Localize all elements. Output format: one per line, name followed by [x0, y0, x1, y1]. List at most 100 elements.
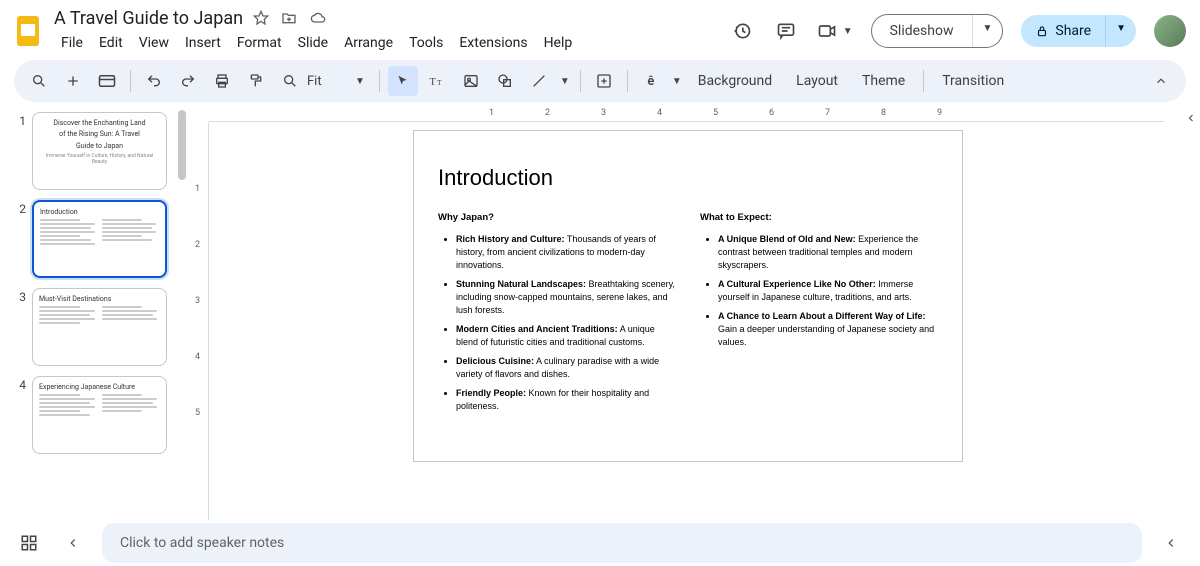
comments-icon[interactable] — [773, 18, 799, 44]
slideshow-button[interactable]: Slideshow — [872, 15, 972, 47]
share-button[interactable]: Share — [1021, 15, 1105, 47]
menu-tools[interactable]: Tools — [402, 31, 450, 55]
thumb-title-line: Discover the Enchanting Land — [39, 119, 160, 127]
slide[interactable]: Introduction Why Japan? Rich History and… — [413, 130, 963, 462]
thumbnail-slide-2[interactable]: Introduction — [32, 200, 167, 278]
next-icon[interactable] — [1156, 528, 1186, 558]
menu-format[interactable]: Format — [230, 31, 289, 55]
slide-title[interactable]: Introduction — [438, 165, 938, 191]
thumb-heading: Must-Visit Destinations — [39, 295, 160, 303]
menu-insert[interactable]: Insert — [178, 31, 228, 55]
explore-icon[interactable] — [14, 528, 44, 558]
zoom-control: Fit ▼ — [275, 66, 371, 96]
search-menus-icon[interactable] — [24, 66, 54, 96]
slide-column-left[interactable]: Why Japan? Rich History and Culture: Tho… — [438, 211, 676, 419]
account-avatar[interactable] — [1154, 15, 1186, 47]
thumb-heading: Introduction — [40, 208, 159, 216]
move-icon[interactable] — [281, 10, 297, 26]
share-label: Share — [1055, 23, 1091, 39]
column-header: What to Expect: — [700, 211, 938, 225]
separator — [580, 70, 581, 92]
zoom-dropdown[interactable]: ▼ — [349, 76, 371, 87]
image-icon[interactable] — [456, 66, 486, 96]
line-icon[interactable] — [524, 66, 554, 96]
theme-button[interactable]: Theme — [852, 67, 915, 95]
spellcheck-icon[interactable]: ê — [636, 66, 666, 96]
horizontal-ruler: 1 2 3 4 5 6 7 8 9 — [209, 106, 1164, 122]
menu-view[interactable]: View — [132, 31, 176, 55]
zoom-icon[interactable] — [275, 66, 305, 96]
zoom-value[interactable]: Fit — [307, 72, 347, 91]
meet-button[interactable]: ▼ — [817, 21, 853, 41]
slides-app-icon[interactable] — [14, 13, 42, 49]
vertical-ruler: 1 2 3 4 5 — [189, 122, 209, 520]
thumbnail-scrollbar[interactable] — [175, 106, 189, 520]
cloud-status-icon[interactable] — [309, 10, 327, 26]
add-comment-icon[interactable] — [589, 66, 619, 96]
separator — [379, 70, 380, 92]
paint-format-icon[interactable] — [241, 66, 271, 96]
hide-panel-icon[interactable] — [1182, 106, 1200, 520]
layout-button[interactable]: Layout — [786, 67, 848, 95]
bullet-item: A Unique Blend of Old and New: Experienc… — [718, 233, 938, 272]
slide-thumbnails: 1 Discover the Enchanting Land of the Ri… — [0, 106, 175, 520]
ruler-tick: 8 — [881, 108, 886, 118]
bottom-bar: Click to add speaker notes — [0, 520, 1200, 566]
hide-menus-icon[interactable] — [1146, 66, 1176, 96]
svg-text:T: T — [429, 77, 436, 88]
menu-help[interactable]: Help — [537, 31, 580, 55]
header-actions: ▼ Slideshow ▼ Share ▼ — [729, 14, 1186, 48]
shape-icon[interactable] — [490, 66, 520, 96]
slide-column-right[interactable]: What to Expect: A Unique Blend of Old an… — [700, 211, 938, 419]
menu-edit[interactable]: Edit — [92, 31, 130, 55]
title-area: A Travel Guide to Japan File Edit View I… — [54, 7, 729, 55]
version-history-icon[interactable] — [729, 18, 755, 44]
transition-button[interactable]: Transition — [932, 67, 1014, 95]
ruler-tick: 4 — [195, 352, 200, 362]
document-title[interactable]: A Travel Guide to Japan — [54, 8, 243, 29]
thumb-number: 2 — [10, 200, 26, 278]
menu-arrange[interactable]: Arrange — [337, 31, 400, 55]
star-icon[interactable] — [253, 10, 269, 26]
ruler-tick: 7 — [825, 108, 830, 118]
menu-slide[interactable]: Slide — [291, 31, 335, 55]
new-slide-icon[interactable] — [58, 66, 88, 96]
spellcheck-dropdown[interactable]: ▼ — [670, 76, 684, 87]
ruler-tick: 4 — [657, 108, 662, 118]
text-box-icon[interactable]: TT — [422, 66, 452, 96]
speaker-notes[interactable]: Click to add speaker notes — [102, 523, 1142, 563]
background-button[interactable]: Background — [688, 67, 782, 95]
menu-extensions[interactable]: Extensions — [452, 31, 534, 55]
bullet-item: A Cultural Experience Like No Other: Imm… — [718, 278, 938, 304]
thumbnail-slide-1[interactable]: Discover the Enchanting Land of the Risi… — [32, 112, 167, 190]
chevron-down-icon: ▼ — [843, 26, 853, 37]
print-icon[interactable] — [207, 66, 237, 96]
share-dropdown[interactable]: ▼ — [1105, 15, 1136, 47]
ruler-tick: 3 — [195, 296, 200, 306]
undo-icon[interactable] — [139, 66, 169, 96]
bullet-item: Stunning Natural Landscapes: Breathtakin… — [456, 278, 676, 317]
thumb-title-line: of the Rising Sun: A Travel — [39, 130, 160, 138]
menu-file[interactable]: File — [54, 31, 90, 55]
thumbnail-slide-4[interactable]: Experiencing Japanese Culture — [32, 376, 167, 454]
ruler-tick: 2 — [545, 108, 550, 118]
thumb-number: 3 — [10, 288, 26, 366]
slideshow-dropdown[interactable]: ▼ — [972, 15, 1003, 47]
new-slide-layout-icon[interactable] — [92, 66, 122, 96]
slide-canvas[interactable]: 1 2 3 4 5 6 7 8 9 1 2 3 4 5 1 Introducti… — [189, 106, 1182, 520]
header: A Travel Guide to Japan File Edit View I… — [0, 0, 1200, 56]
ruler-tick: 1 — [489, 108, 494, 118]
select-tool-icon[interactable] — [388, 66, 418, 96]
thumb-heading: Experiencing Japanese Culture — [39, 383, 160, 391]
column-header: Why Japan? — [438, 211, 676, 225]
bullet-item: Modern Cities and Ancient Traditions: A … — [456, 323, 676, 349]
line-dropdown[interactable]: ▼ — [558, 76, 572, 87]
slideshow-button-group: Slideshow ▼ — [871, 14, 1004, 48]
redo-icon[interactable] — [173, 66, 203, 96]
toolbar: Fit ▼ TT ▼ ê ▼ Background Layout Theme T… — [14, 60, 1186, 102]
main-area: 1 Discover the Enchanting Land of the Ri… — [0, 106, 1200, 520]
thumb-number: 4 — [10, 376, 26, 454]
thumbnail-slide-3[interactable]: Must-Visit Destinations — [32, 288, 167, 366]
previous-icon[interactable] — [58, 528, 88, 558]
bullet-item: Friendly People: Known for their hospita… — [456, 387, 676, 413]
